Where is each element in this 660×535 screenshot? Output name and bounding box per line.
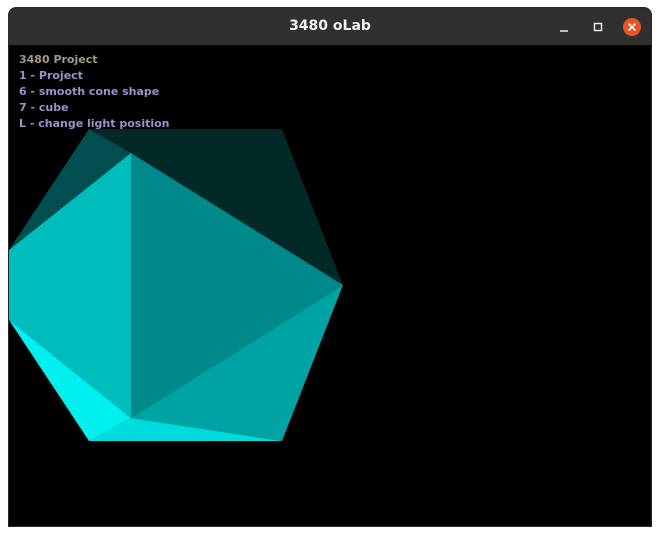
maximize-icon <box>593 22 603 32</box>
hud-item-project: 1 - Project <box>19 69 83 82</box>
title-bar[interactable]: 3480 oLab <box>9 8 651 46</box>
close-button[interactable] <box>622 17 642 37</box>
hud-title: 3480 Project <box>19 53 98 66</box>
minimize-button[interactable] <box>554 17 574 37</box>
minimize-icon <box>560 30 568 32</box>
app-window: 3480 oLab 3480 Project 1 - Project 6 - s… <box>9 8 651 526</box>
maximize-button[interactable] <box>588 17 608 37</box>
hud-item-smooth-cone: 6 - smooth cone shape <box>19 85 160 98</box>
hud-overlay: 3480 Project 1 - Project 6 - smooth cone… <box>19 52 170 132</box>
hud-item-cube: 7 - cube <box>19 101 69 114</box>
gl-viewport[interactable]: 3480 Project 1 - Project 6 - smooth cone… <box>9 45 651 526</box>
close-icon <box>623 18 641 36</box>
hud-item-light: L - change light position <box>19 117 170 130</box>
